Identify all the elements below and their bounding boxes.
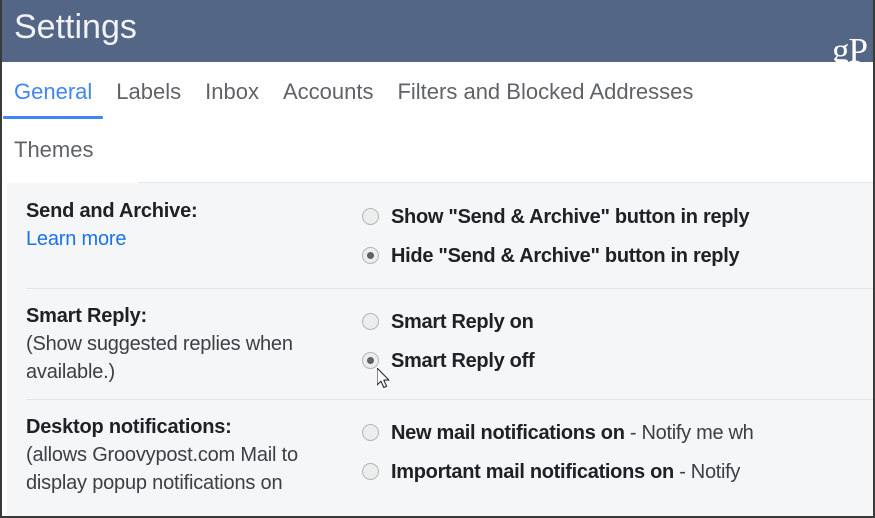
tab-inbox[interactable]: Inbox (193, 74, 271, 110)
setting-row: Smart Reply: (Show suggested replies when… (7, 288, 873, 399)
tab-row-primary: General Labels Inbox Accounts Filters and Bl… (2, 74, 873, 119)
radio-button[interactable] (362, 424, 379, 441)
radio-option-name: New mail notifications on (391, 421, 625, 444)
setting-options: Smart Reply on Smart Reply off (362, 302, 873, 380)
setting-title: Smart Reply: (26, 305, 147, 327)
learn-more-link[interactable]: Learn more (26, 225, 126, 253)
setting-options: Show "Send & Archive" button in reply Hid… (362, 197, 873, 275)
settings-screen: Settings gP General Labels Inbox Accounts Fi… (0, 0, 875, 518)
radio-button[interactable] (362, 313, 379, 330)
setting-label: Desktop notifications: (allows Groovypost… (7, 413, 362, 497)
radio-button[interactable] (362, 463, 379, 480)
setting-description: (Show suggested replies when available.) (26, 333, 293, 383)
radio-option-label: Show "Send & Archive" button in reply (391, 204, 750, 230)
setting-row: Desktop notifications: (allows Groovypost… (7, 399, 873, 510)
tab-general[interactable]: General (2, 74, 104, 119)
tab-accounts[interactable]: Accounts (271, 74, 386, 110)
setting-row: Send and Archive: Learn more Show "Send & … (7, 183, 873, 288)
radio-option-label: Smart Reply on (391, 309, 534, 335)
settings-tabbar: General Labels Inbox Accounts Filters and Bl… (2, 62, 873, 183)
setting-title: Send and Archive: (26, 200, 198, 222)
tab-filters-and-blocked-addresses[interactable]: Filters and Blocked Addresses (385, 74, 705, 110)
radio-option-name: Smart Reply off (391, 349, 535, 372)
radio-option-name: Show "Send & Archive" button in reply (391, 205, 750, 228)
radio-option-name: Important mail notifications on (391, 460, 674, 483)
radio-option[interactable]: New mail notifications on - Notify me wh (362, 413, 873, 452)
app-header: Settings gP (2, 0, 873, 70)
setting-title: Desktop notifications: (26, 416, 232, 438)
page-title: Settings (14, 8, 137, 46)
tab-row-secondary: Themes (2, 132, 873, 168)
radio-button-selected[interactable] (362, 352, 379, 369)
radio-option-desc: - Notify me wh (624, 421, 754, 444)
radio-button-selected[interactable] (362, 247, 379, 264)
radio-option-desc: - Notify (673, 460, 741, 483)
radio-option[interactable]: Smart Reply on (362, 302, 873, 341)
radio-option-label: Smart Reply off (391, 348, 535, 374)
radio-option-label: Important mail notifications on - Notify (391, 459, 740, 485)
setting-label: Smart Reply: (Show suggested replies when… (7, 302, 362, 386)
radio-option-label: Hide "Send & Archive" button in reply (391, 243, 740, 269)
radio-option[interactable]: Important mail notifications on - Notify (362, 452, 873, 491)
setting-description: (allows Groovypost.com Mail to display p… (26, 444, 298, 494)
tab-labels[interactable]: Labels (104, 74, 193, 110)
settings-content: Send and Archive: Learn more Show "Send & … (2, 183, 873, 516)
radio-button[interactable] (362, 208, 379, 225)
radio-option[interactable]: Smart Reply off (362, 341, 873, 380)
radio-option[interactable]: Show "Send & Archive" button in reply (362, 197, 873, 236)
radio-option[interactable]: Hide "Send & Archive" button in reply (362, 236, 873, 275)
tab-themes[interactable]: Themes (2, 132, 105, 168)
radio-option-name: Smart Reply on (391, 310, 534, 333)
setting-label: Send and Archive: Learn more (7, 197, 362, 253)
radio-option-name: Hide "Send & Archive" button in reply (391, 244, 740, 267)
setting-options: New mail notifications on - Notify me wh… (362, 413, 873, 491)
radio-option-label: New mail notifications on - Notify me wh (391, 420, 754, 446)
